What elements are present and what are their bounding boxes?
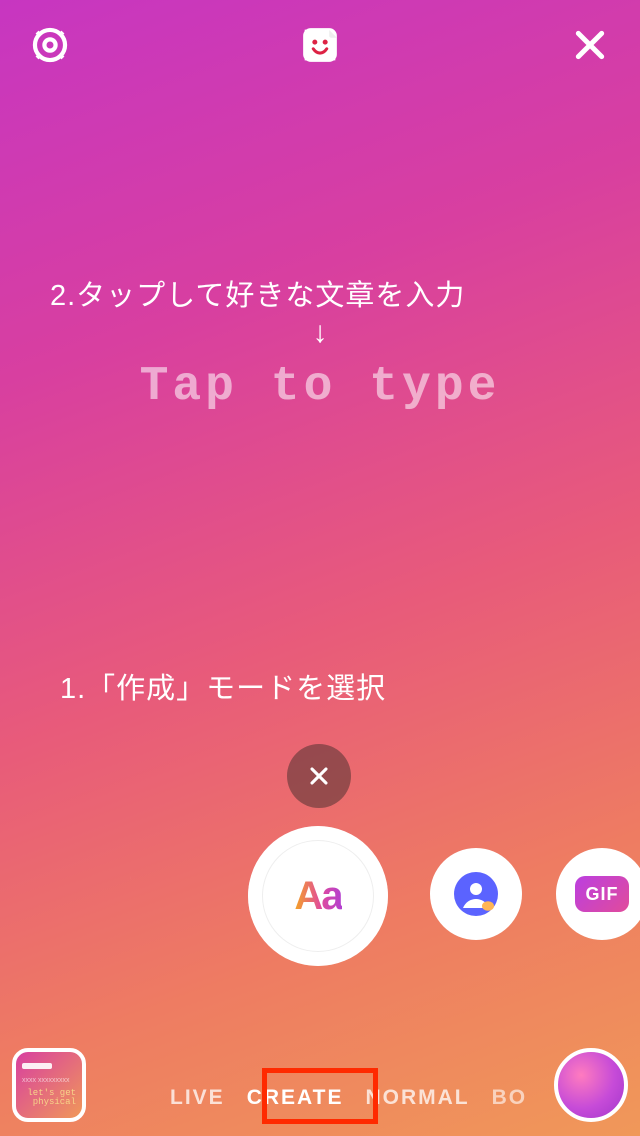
annotation-pointer-arrow-icon [130,710,132,1046]
thumb-bar [22,1063,52,1069]
tap-to-type-input[interactable]: Tap to type [140,360,501,414]
sticker-smile-icon [297,22,343,68]
mode-create[interactable]: CREATE [247,1086,344,1110]
clear-text-button[interactable] [287,744,351,808]
gear-icon [29,24,71,66]
capture-inner: Aa [262,840,374,952]
sticker-button[interactable] [290,15,350,75]
text-mode-icon: Aa [294,874,341,919]
mode-live[interactable]: LIVE [170,1086,225,1110]
top-bar [0,0,640,90]
annotation-step1: 1.「作成」モードを選択 [60,665,386,707]
annotation-down-arrow-icon: ↓ [313,316,328,350]
thumb-line-2: xxxx xxxxxxxxx [22,1077,69,1085]
gif-icon: GIF [575,876,629,912]
mention-person-icon [452,870,500,918]
mode-normal[interactable]: NORMAL [365,1086,469,1110]
annotation-step2: 2.タップして好きな文章を入力 [50,272,465,314]
settings-button[interactable] [20,15,80,75]
mode-strip: LIVE CREATE NORMAL BO [170,1086,530,1110]
gif-sticker-button[interactable]: GIF [556,848,640,940]
close-icon [305,762,333,790]
gallery-thumbnail-button[interactable]: xxxx xxxxxxxxx let's get physical [12,1048,86,1122]
capture-button[interactable]: Aa [248,826,388,966]
thumb-line-3: let's get physical [22,1089,76,1107]
story-create-screen: 2.タップして好きな文章を入力 ↓ Tap to type 1.「作成」モードを… [0,0,640,1136]
mode-boomerang[interactable]: BO [492,1086,528,1110]
background-color-button[interactable] [554,1048,628,1122]
mention-sticker-button[interactable] [430,848,522,940]
close-icon [570,25,610,65]
close-button[interactable] [560,15,620,75]
